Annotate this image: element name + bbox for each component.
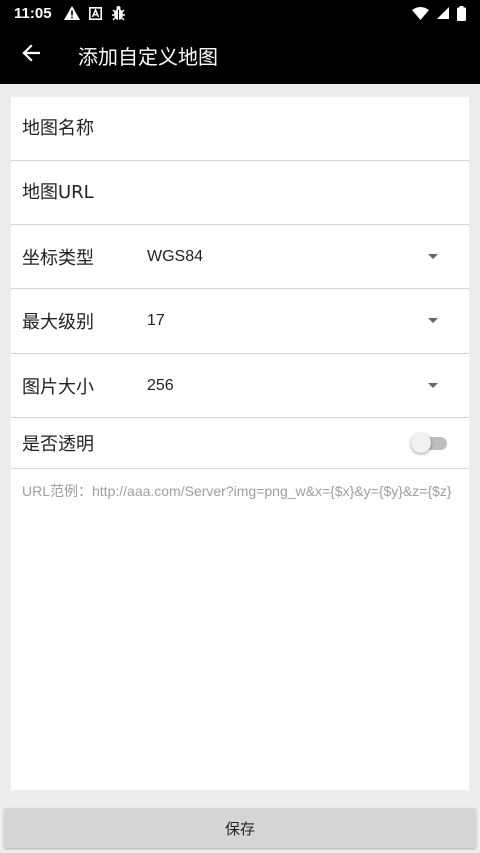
arrow-back-icon xyxy=(22,44,41,66)
wifi-icon xyxy=(412,6,429,20)
transparent-label: 是否透明 xyxy=(22,434,94,455)
toggle-thumb xyxy=(411,433,431,453)
map-url-row xyxy=(11,161,469,225)
url-example-hint: URL范例：http://aaa.com/Server?img=png_w&x=… xyxy=(22,483,452,499)
transparent-toggle[interactable] xyxy=(411,433,447,453)
warning-icon xyxy=(63,6,80,20)
dropdown-arrow-icon xyxy=(428,382,438,388)
status-notification-icons xyxy=(63,5,126,21)
status-bar: 11:05 xyxy=(0,0,480,26)
image-size-label: 图片大小 xyxy=(22,376,94,398)
form-card: 坐标类型 WGS84 最大级别 17 图片大小 256 是否透明 URL范例：h… xyxy=(11,97,469,790)
coord-type-row: 坐标类型 WGS84 xyxy=(11,225,469,289)
bug-icon xyxy=(111,5,126,21)
image-size-value: 256 xyxy=(147,376,174,394)
max-level-value: 17 xyxy=(147,312,165,329)
page-title: 添加自定义地图 xyxy=(78,44,218,69)
map-url-input[interactable] xyxy=(11,161,469,224)
map-name-row xyxy=(11,97,469,161)
max-level-row: 最大级别 17 xyxy=(11,289,469,354)
coord-type-value: WGS84 xyxy=(147,247,204,265)
a-box-icon xyxy=(88,6,102,20)
dropdown-arrow-icon xyxy=(428,318,438,323)
max-level-label: 最大级别 xyxy=(22,312,94,333)
dropdown-arrow-icon xyxy=(428,253,438,259)
battery-icon xyxy=(457,5,466,21)
image-size-row: 图片大小 256 xyxy=(11,354,469,418)
coord-type-label: 坐标类型 xyxy=(22,247,94,269)
transparent-row: 是否透明 xyxy=(11,418,469,469)
back-button[interactable] xyxy=(2,26,60,84)
app-bar: 添加自定义地图 xyxy=(0,26,480,84)
save-button[interactable]: 保存 xyxy=(4,808,476,848)
status-system-icons xyxy=(412,5,466,21)
signal-icon xyxy=(437,7,449,19)
image-size-select[interactable]: 256 xyxy=(147,354,469,417)
status-time: 11:05 xyxy=(14,4,52,22)
coord-type-select[interactable]: WGS84 xyxy=(147,225,469,288)
max-level-select[interactable]: 17 xyxy=(147,289,469,353)
map-name-input[interactable] xyxy=(11,97,469,160)
